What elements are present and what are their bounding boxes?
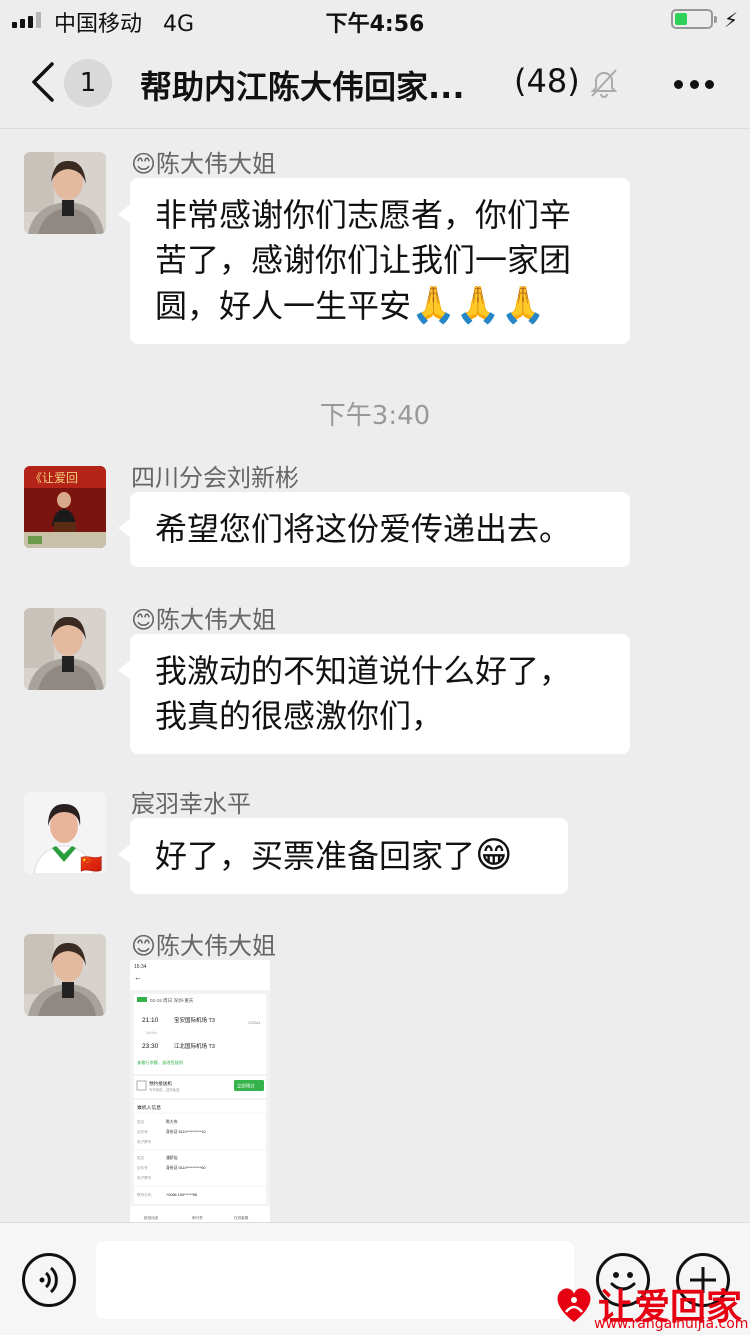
ticket-tab-1: 航班动态 — [144, 1215, 159, 1220]
ticket-section-title: 乘机人信息 — [137, 1104, 161, 1111]
ticket-p1-name-label: 姓名 — [137, 1119, 145, 1124]
message-line: 我激动的不知道说什么好了， — [155, 652, 572, 690]
message-bubble[interactable]: 我激动的不知道说什么好了， 我真的很感激你们， — [118, 634, 630, 754]
pray-emoji: 🙏🙏🙏 — [411, 285, 546, 326]
ticket-image-message[interactable]: 16:34 ← 03-15 周日 深圳-重庆 21:10 宝安国际机场 T3 C… — [130, 960, 270, 1222]
ticket-pickup-button: 立即预订 — [237, 1083, 255, 1090]
ticket-p1-ticket-label: 电子票号 — [137, 1139, 152, 1144]
avatar[interactable]: 🇨🇳 — [24, 792, 106, 874]
nav-divider — [0, 128, 750, 129]
ticket-p2-name: 潘娇仙 — [166, 1155, 178, 1160]
status-time: 下午4:56 — [325, 12, 425, 37]
message-bubble[interactable]: 希望您们将这份爱传递出去。 — [118, 492, 630, 567]
ticket-p2-id-label: 证件号 — [137, 1165, 148, 1170]
ticket-p1-name: 陈大伟 — [166, 1119, 178, 1124]
message-line: 好了，买票准备回家了😁 — [155, 835, 513, 876]
ticket-flight-no: CZ3314 — [248, 1021, 261, 1025]
avatar[interactable] — [24, 152, 106, 234]
sender-name: 宸羽幸水平 — [131, 790, 251, 818]
grin-emoji: 😁 — [475, 835, 513, 876]
ticket-status-time: 16:34 — [134, 964, 147, 970]
message-input[interactable] — [96, 1241, 574, 1319]
sender-name: 😊陈大伟大姐 — [131, 150, 277, 178]
ticket-tab-3: 在线客服 — [234, 1215, 249, 1220]
mute-bell-icon — [590, 69, 618, 98]
chat-title[interactable]: 帮助内江陈大伟回家... — [140, 62, 490, 108]
ticket-tab-2: 邮行李 — [192, 1215, 203, 1220]
sender-name: 四川分会刘新彬 — [131, 464, 299, 492]
ticket-arrive-time: 23:30 — [142, 1043, 159, 1050]
back-icon[interactable] — [28, 60, 58, 104]
more-icon[interactable] — [674, 80, 714, 90]
status-bar: 中国移动 4G 下午4:56 ⚡ — [0, 0, 750, 40]
charging-icon: ⚡ — [724, 8, 739, 32]
avatar[interactable] — [24, 934, 106, 1016]
message-line: 希望您们将这份爱传递出去。 — [155, 510, 572, 548]
ticket-pickup-title: 预约接送机 — [149, 1080, 172, 1087]
voice-icon[interactable] — [22, 1253, 76, 1307]
svg-text:《让爱回: 《让爱回 — [30, 471, 78, 485]
watermark-url: www.rangaihuijia.com — [594, 1316, 749, 1332]
ticket-p2-id: 身份证 5110**********60 — [166, 1165, 206, 1170]
message-line: 苦了，感谢你们让我们一家团 — [155, 241, 572, 279]
message-line: 圆，好人一生平安🙏🙏🙏 — [155, 285, 546, 326]
avatar[interactable] — [24, 608, 106, 690]
message-timestamp: 下午3:40 — [319, 401, 431, 431]
ticket-p2-ticket-label: 电子票号 — [137, 1175, 152, 1180]
avatar[interactable]: 《让爱回 — [24, 466, 106, 548]
sender-name: 😊陈大伟大姐 — [131, 932, 277, 960]
message-line: 非常感谢你们志愿者，你们辛 — [155, 196, 572, 234]
svg-text:←: ← — [134, 973, 142, 982]
unread-count-badge[interactable]: 1 — [64, 59, 112, 107]
battery-icon — [671, 9, 717, 29]
sender-name: 😊陈大伟大姐 — [131, 606, 277, 634]
ticket-phone: +0086 150******56 — [166, 1193, 197, 1197]
watermark: 让爱回家 www.rangaihuijia.com — [552, 1278, 750, 1334]
ticket-depart-airport: 宝安国际机场 T3 — [174, 1016, 215, 1024]
battery-level — [675, 13, 687, 25]
message-line: 我真的很感激你们， — [155, 697, 444, 735]
ticket-p1-id-label: 证件号 — [137, 1129, 148, 1134]
ticket-phone-label: 联系手机 — [137, 1192, 152, 1197]
message-bubble[interactable]: 好了，买票准备回家了😁 — [118, 818, 568, 894]
ticket-p2-name-label: 姓名 — [137, 1155, 145, 1160]
ticket-p1-id: 身份证 5110**********10 — [166, 1129, 206, 1134]
ticket-pickup-sub: 专车接机，送机免费 — [149, 1087, 180, 1092]
ticket-link: 查看行李额、退改签规则 — [137, 1059, 183, 1066]
message-bubble[interactable]: 非常感谢你们志愿者，你们辛 苦了，感谢你们让我们一家团 圆，好人一生平安🙏🙏🙏 — [118, 178, 630, 344]
ticket-depart-time: 21:10 — [142, 1017, 159, 1024]
ticket-duration: 2h20m — [146, 1031, 157, 1035]
chat-nav-bar: 1 帮助内江陈大伟回家... (48) — [0, 40, 750, 128]
heart-logo-icon — [557, 1288, 591, 1322]
member-count: (48) — [514, 62, 580, 100]
ticket-arrive-airport: 江北国际机场 T3 — [174, 1042, 215, 1050]
svg-text:🇨🇳: 🇨🇳 — [80, 854, 102, 874]
ticket-date-route: 03-15 周日 深圳-重庆 — [150, 997, 194, 1004]
